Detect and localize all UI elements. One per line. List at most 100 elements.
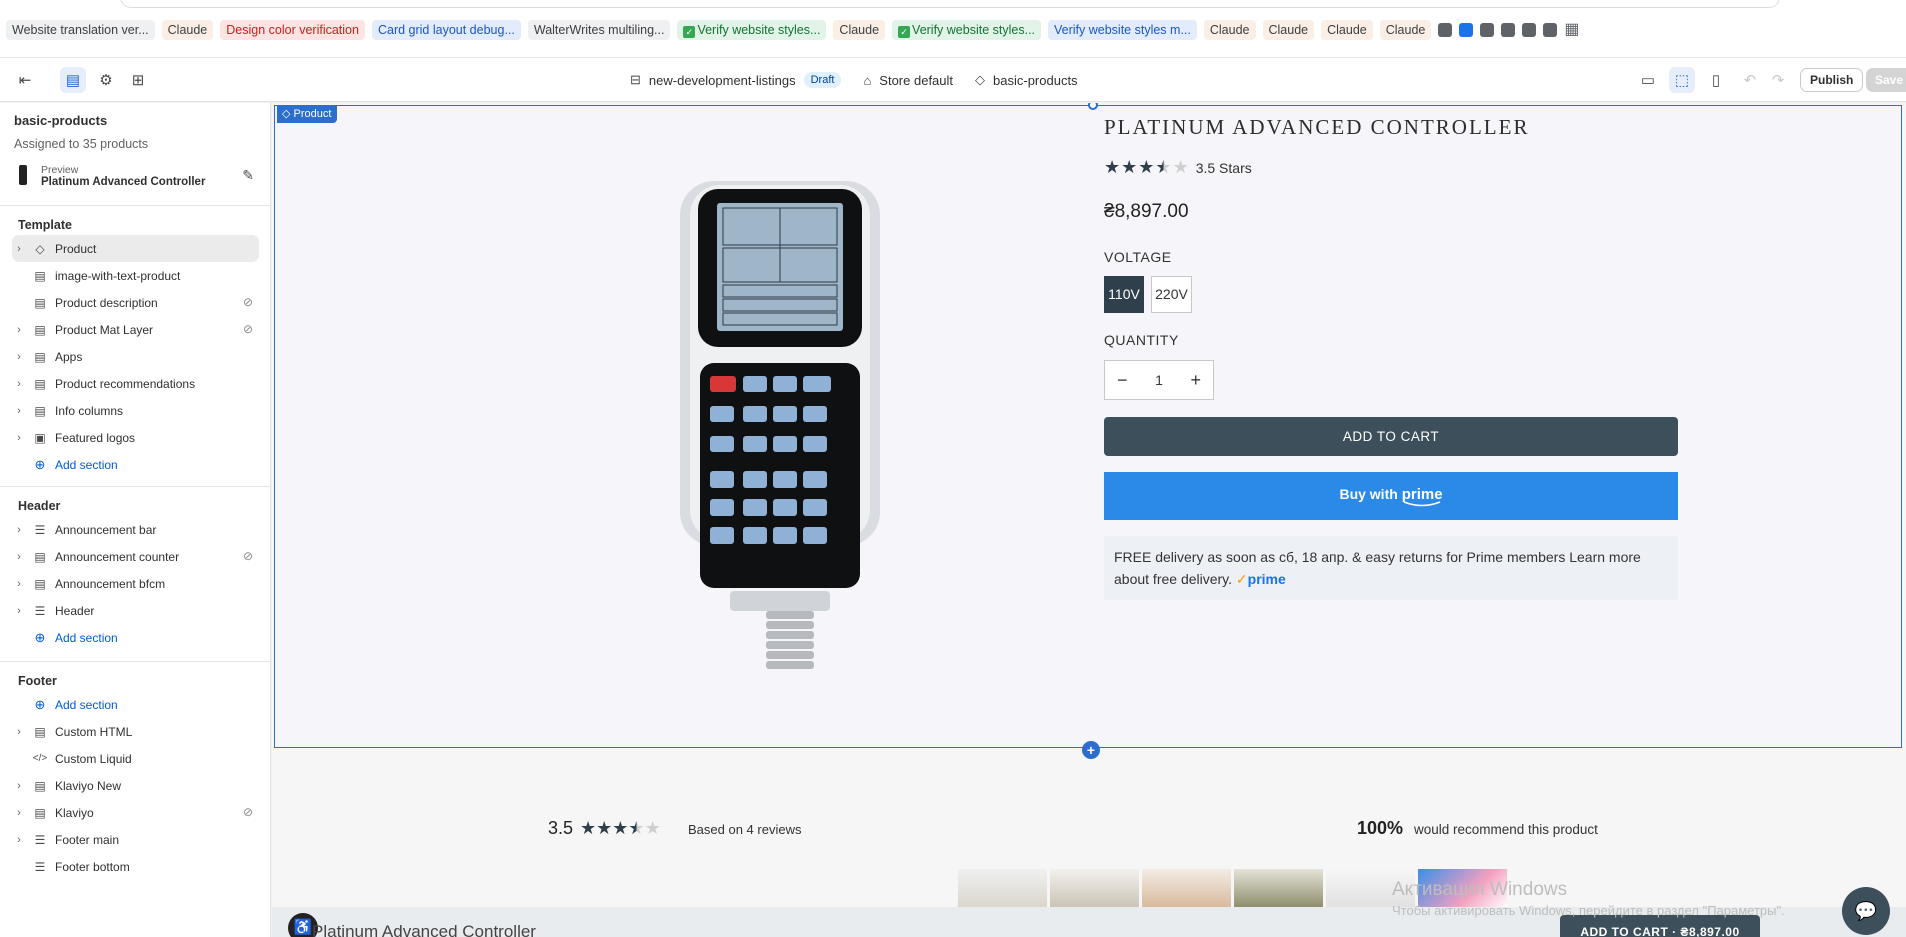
chevron-right-icon[interactable]: › (12, 378, 26, 390)
review-photo[interactable] (1050, 869, 1139, 909)
section-tag[interactable]: ◇ Product (277, 106, 338, 123)
sidebar-item-product[interactable]: › ◇ Product (12, 235, 259, 262)
store-selector[interactable]: ⌂ Store default (863, 73, 953, 88)
sidebar-item-custom-liquid[interactable]: </> Custom Liquid (12, 745, 259, 772)
bookmark-item[interactable]: Claude (1379, 20, 1432, 40)
chevron-right-icon[interactable]: › (12, 605, 26, 617)
eye-hidden-icon[interactable]: ⊘ (243, 805, 253, 819)
chevron-right-icon[interactable]: › (12, 551, 26, 563)
drag-handle[interactable] (1088, 103, 1098, 110)
template-selector[interactable]: ⊟ new-development-listings Draft (630, 72, 842, 88)
bookmark-item[interactable]: Card grid layout debug... (371, 20, 521, 40)
desktop-view-icon[interactable]: ▭ (1635, 67, 1661, 93)
apps-grid-icon[interactable]: ▦ (1564, 20, 1579, 40)
quantity-value[interactable]: 1 (1155, 372, 1163, 388)
eye-hidden-icon[interactable]: ⊘ (243, 295, 253, 309)
voltage-option-110v[interactable]: 110V (1104, 276, 1144, 313)
sidebar-item-info-columns[interactable]: › ▤ Info columns (12, 397, 259, 424)
add-to-cart-button[interactable]: ADD TO CART (1104, 417, 1678, 456)
sidebar-item-footer-bottom[interactable]: ☰ Footer bottom (12, 853, 259, 880)
bookmark-item[interactable]: WalterWrites multiling... (527, 20, 671, 40)
sidebar-item-announcement-counter[interactable]: › ▤ Announcement counter ⊘ (12, 543, 259, 570)
address-bar[interactable] (120, 0, 1780, 8)
tag-icon: ◇ (35, 241, 45, 256)
status-badge: Draft (803, 72, 842, 88)
bookmark-item[interactable]: ✓ Verify website styles... (677, 20, 827, 40)
review-photo[interactable] (958, 869, 1047, 909)
sidebar-item-header[interactable]: › ☰ Header (12, 597, 259, 624)
add-section-button[interactable]: ⊕ Add section (12, 624, 259, 651)
bookmark-favicon-icon[interactable] (1480, 23, 1495, 37)
sidebar-item-image-with-text-product[interactable]: ▤ image-with-text-product (12, 262, 259, 289)
sidebar-item-product-description[interactable]: ▤ Product description ⊘ (12, 289, 259, 316)
chat-icon[interactable]: 💬 (1842, 887, 1890, 935)
bookmark-item[interactable]: Claude (1203, 20, 1256, 40)
sidebar-item-custom-html[interactable]: › ▤ Custom HTML (12, 718, 259, 745)
bookmark-item[interactable]: Claude (161, 20, 214, 40)
voltage-option-220v[interactable]: 220V (1151, 276, 1192, 313)
store-name: Store default (879, 72, 954, 88)
windows-watermark-text: Чтобы активировать Windows, перейдите в … (1392, 903, 1785, 918)
bookmark-item[interactable]: Design color verification (220, 20, 365, 40)
chevron-right-icon[interactable]: › (12, 243, 26, 255)
add-section-button[interactable]: ⊕ Add section (12, 451, 259, 478)
inspector-icon[interactable]: ⬚ (1669, 67, 1695, 93)
mobile-view-icon[interactable]: ▯ (1703, 67, 1729, 93)
gear-icon[interactable]: ⚙ (93, 67, 119, 93)
bookmark-item[interactable]: Claude (1262, 20, 1315, 40)
preview-product-selector[interactable]: Preview Platinum Advanced Controller ✎ (14, 163, 258, 189)
bookmark-favicon-icon[interactable] (1543, 23, 1558, 37)
edit-pencil-icon[interactable]: ✎ (242, 167, 254, 184)
publish-button[interactable]: Publish (1800, 68, 1864, 92)
chevron-right-icon[interactable]: › (12, 834, 26, 846)
sidebar-item-klaviyo[interactable]: › ▤ Klaviyo ⊘ (12, 799, 259, 826)
apps-icon[interactable]: ⊞ (125, 67, 151, 93)
add-section-plus-icon[interactable]: + (1082, 741, 1100, 759)
sidebar-item-footer-main[interactable]: › ☰ Footer main (12, 826, 259, 853)
chevron-right-icon[interactable]: › (12, 324, 26, 336)
chevron-right-icon[interactable]: › (12, 807, 26, 819)
bookmark-item[interactable]: Claude (1321, 20, 1373, 40)
star-icon: ★ (1138, 157, 1155, 177)
chevron-right-icon[interactable]: › (12, 405, 26, 417)
bookmark-item[interactable]: Verify website styles m... (1048, 20, 1197, 40)
chevron-right-icon[interactable]: › (12, 726, 26, 738)
rating-stars[interactable]: ★ ★ ★ ★ ★ 3.5 Stars (1104, 157, 1252, 178)
add-section-button[interactable]: ⊕ Add section (12, 691, 259, 718)
sidebar-item-announcement-bar[interactable]: › ☰ Announcement bar (12, 516, 259, 543)
chevron-right-icon[interactable]: › (12, 432, 26, 444)
redo-icon[interactable]: ↷ (1765, 67, 1791, 93)
bookmark-item[interactable]: Claude (833, 20, 886, 40)
product-template-selector[interactable]: ◇ basic-products (975, 72, 1078, 88)
sidebar-item-featured-logos[interactable]: › ▣ Featured logos (12, 424, 259, 451)
chevron-right-icon[interactable]: › (12, 578, 26, 590)
sidebar-item-product-recommendations[interactable]: › ▤ Product recommendations (12, 370, 259, 397)
section-icon: ▤ (34, 778, 46, 793)
sidebar-item-apps[interactable]: › ▤ Apps (12, 343, 259, 370)
eye-hidden-icon[interactable]: ⊘ (243, 549, 253, 563)
exit-icon[interactable]: ⇤ (12, 67, 38, 93)
bookmark-favicon-icon[interactable] (1522, 23, 1537, 37)
sidebar-item-announcement-bfcm[interactable]: › ▤ Announcement bfcm (12, 570, 259, 597)
sidebar-item-klaviyo-new[interactable]: › ▤ Klaviyo New (12, 772, 259, 799)
save-button[interactable]: Save (1866, 68, 1906, 92)
chevron-right-icon[interactable]: › (12, 351, 26, 363)
bookmark-item[interactable]: ✓ Verify website styles... (892, 20, 1042, 40)
bookmark-favicon-icon[interactable] (1501, 23, 1516, 37)
sidebar-item-product-mat-layer[interactable]: › ▤ Product Mat Layer ⊘ (12, 316, 259, 343)
buy-with-prime-button[interactable]: Buy with prime (1104, 472, 1678, 520)
bookmark-favicon-icon[interactable] (1438, 23, 1453, 37)
review-photo[interactable] (1234, 869, 1323, 909)
sections-icon[interactable]: ▤ (60, 67, 86, 93)
eye-hidden-icon[interactable]: ⊘ (243, 322, 253, 336)
bookmark-item[interactable]: Website translation ver... (6, 20, 155, 40)
chevron-right-icon[interactable]: › (12, 780, 26, 792)
product-section[interactable]: ◇ Product PLATINUM ADVANCED CONTROLLER ★… (274, 103, 1902, 759)
chevron-right-icon[interactable]: › (12, 524, 26, 536)
bookmark-favicon-icon[interactable] (1459, 23, 1474, 37)
minus-icon[interactable]: − (1117, 370, 1128, 391)
plus-icon[interactable]: + (1190, 370, 1201, 391)
undo-icon[interactable]: ↶ (1737, 67, 1763, 93)
sticky-add-to-cart-button[interactable]: ADD TO CART · ₴8,897.00 (1560, 915, 1760, 937)
review-photo[interactable] (1142, 869, 1231, 909)
